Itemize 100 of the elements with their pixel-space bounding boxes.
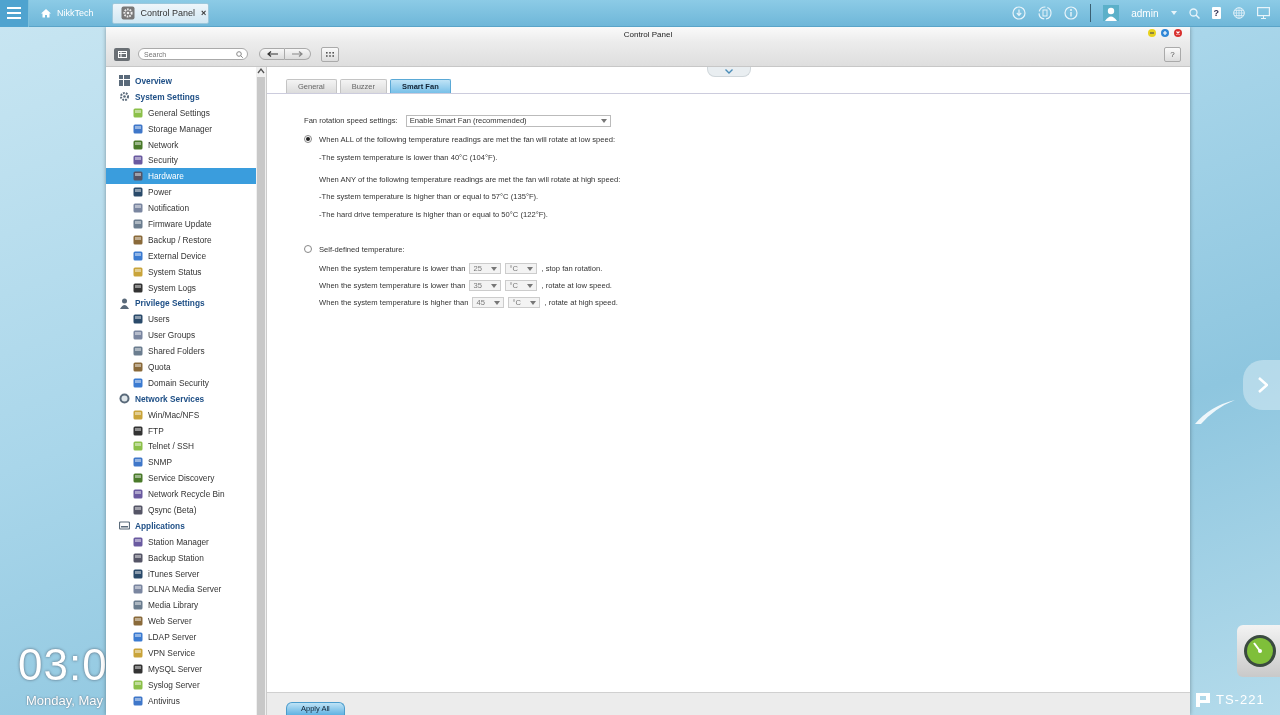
sidebar-item[interactable]: Qsync (Beta): [106, 502, 256, 518]
setting-icon: [133, 282, 143, 293]
caret-icon: [494, 300, 501, 305]
sidebar-item[interactable]: Domain Security: [106, 374, 256, 391]
sidebar-item[interactable]: User Groups: [106, 327, 256, 344]
radio-button[interactable]: [304, 245, 312, 253]
dashboard-widget[interactable]: [1237, 625, 1280, 677]
sidebar-item[interactable]: System Logs: [106, 279, 256, 296]
setting-icon: [133, 552, 143, 563]
drive-icon: [119, 520, 130, 532]
caret-icon: [491, 283, 498, 288]
sidebar-group[interactable]: Applications: [106, 517, 256, 534]
sidebar-item[interactable]: Backup Station: [106, 549, 256, 566]
sidebar-item[interactable]: General Settings: [106, 104, 256, 121]
setting-icon: [133, 663, 143, 674]
setting-icon: [133, 425, 143, 436]
setting-icon: [133, 361, 143, 372]
apps-button[interactable]: [321, 46, 339, 62]
caret-icon[interactable]: [1170, 11, 1177, 15]
radio-button[interactable]: [304, 135, 312, 143]
info-icon[interactable]: [1064, 6, 1079, 20]
help-button[interactable]: ?: [1211, 7, 1221, 19]
sidebar-item[interactable]: MySQL Server: [106, 660, 256, 677]
sidebar-item[interactable]: Station Manager: [106, 533, 256, 550]
setting-icon: [133, 203, 143, 214]
sidebar-item[interactable]: SNMP: [106, 454, 256, 471]
sidebar-item[interactable]: External Device: [106, 247, 256, 264]
setting-icon: [133, 155, 143, 166]
sidebar-item[interactable]: System Status: [106, 263, 256, 280]
download-icon[interactable]: [1012, 6, 1027, 20]
sidebar-item[interactable]: Power: [106, 184, 256, 201]
back-button[interactable]: [259, 48, 285, 60]
sidebar-group[interactable]: System Settings: [106, 88, 256, 105]
gauge-icon: [1243, 634, 1277, 668]
setting-icon: [133, 187, 143, 198]
sidebar-item[interactable]: Users: [106, 311, 256, 328]
sidebar-item[interactable]: FTP: [106, 422, 256, 439]
sidebar-item[interactable]: Syslog Server: [106, 676, 256, 693]
sidebar-item[interactable]: LDAP Server: [106, 629, 256, 646]
sidebar-group[interactable]: Privilege Settings: [106, 295, 256, 312]
setting-icon: [133, 568, 143, 579]
close-button[interactable]: ×: [201, 8, 207, 18]
setting-icon: [133, 171, 143, 182]
setting-icon: [133, 409, 143, 420]
monitor-icon[interactable]: [1257, 7, 1270, 19]
sidebar-item[interactable]: VPN Service: [106, 645, 256, 661]
sidebar-item[interactable]: Service Discovery: [106, 470, 256, 487]
next-page-button[interactable]: [1243, 360, 1280, 410]
caret-icon: [491, 266, 498, 271]
sync-icon[interactable]: [1038, 6, 1053, 20]
scroll-up-icon[interactable]: [257, 67, 265, 75]
help-button[interactable]: ?: [1164, 46, 1181, 62]
setting-icon: [133, 457, 143, 468]
sidebar-item[interactable]: Backup / Restore: [106, 231, 256, 248]
sidebar-item[interactable]: Web Server: [106, 613, 256, 630]
minimize-icon[interactable]: [1148, 29, 1156, 37]
sidebar-group[interactable]: Network Services: [106, 390, 256, 407]
clock-date: Monday, May: [26, 693, 104, 708]
sidebar-item[interactable]: Win/Mac/NFS: [106, 406, 256, 423]
sidebar-item[interactable]: Quota: [106, 359, 256, 375]
sidebar-item[interactable]: Shared Folders: [106, 343, 256, 360]
menu-button[interactable]: [0, 0, 29, 27]
setting-icon: [133, 584, 143, 595]
grid-icon: [119, 75, 130, 87]
swoosh-icon: [1195, 400, 1235, 424]
collapse-handle[interactable]: [707, 67, 751, 77]
setting-icon: [133, 695, 143, 706]
setting-icon: [133, 346, 143, 357]
arrow-left-icon: [266, 51, 278, 57]
sidebar-group[interactable]: Overview: [106, 73, 256, 89]
sidebar-item[interactable]: Media Library: [106, 597, 256, 614]
caret-icon: [530, 300, 537, 305]
search-icon: [236, 50, 243, 58]
scrollbar-thumb[interactable]: [257, 77, 265, 715]
search-icon[interactable]: [1188, 7, 1200, 19]
sidebar-item[interactable]: iTunes Server: [106, 565, 256, 582]
setting-icon: [133, 139, 143, 150]
avatar-icon[interactable]: [1103, 5, 1120, 21]
sidebar-item[interactable]: Storage Manager: [106, 120, 256, 137]
sidebar-item[interactable]: Firmware Update: [106, 216, 256, 232]
forward-button[interactable]: [285, 48, 311, 60]
setting-icon: [133, 234, 143, 245]
sidebar-item[interactable]: Notification: [106, 200, 256, 216]
sidebar-item[interactable]: Security: [106, 152, 256, 169]
maximize-icon[interactable]: [1161, 29, 1169, 37]
setting-icon: [133, 505, 143, 515]
sidebar-item[interactable]: Antivirus: [106, 692, 256, 709]
sidebar-item[interactable]: Network Recycle Bin: [106, 486, 256, 503]
close-icon[interactable]: [1174, 29, 1182, 37]
dots-grid-icon: [326, 51, 334, 57]
sidebar-toggle-button[interactable]: [114, 47, 130, 61]
sidebar-item[interactable]: DLNA Media Server: [106, 581, 256, 598]
chevron-down-icon: [725, 69, 733, 74]
setting-icon: [133, 489, 143, 500]
window-title: Control Panel: [623, 30, 673, 39]
sidebar-item[interactable]: Telnet / SSH: [106, 438, 256, 455]
sidebar-item[interactable]: Network: [106, 136, 256, 153]
chevron-right-icon: [1258, 377, 1268, 393]
taskbar-app[interactable]: Control Panel ×: [111, 2, 209, 24]
globe-icon[interactable]: [1233, 7, 1245, 19]
